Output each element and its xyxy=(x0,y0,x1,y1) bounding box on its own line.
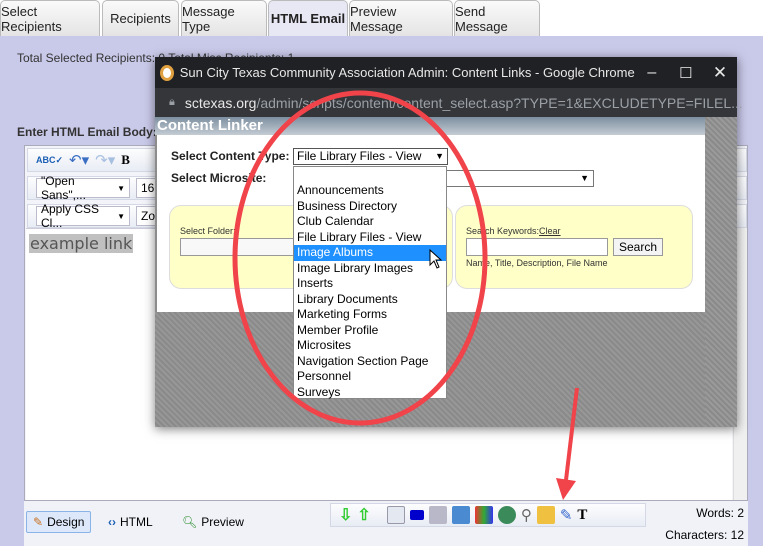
form-edit-icon[interactable]: ✎ xyxy=(560,506,573,524)
body-label: Enter HTML Email Body: xyxy=(17,125,157,139)
option-file-library-files[interactable]: File Library Files - View xyxy=(294,230,446,246)
folder-label: Select Folder: xyxy=(180,226,236,236)
content-type-select[interactable]: File Library Files - View ▼ xyxy=(293,148,448,165)
close-button[interactable]: ✕ xyxy=(703,63,737,83)
hyperlink-icon[interactable] xyxy=(497,506,516,524)
content-link-icon[interactable]: ⚲ xyxy=(521,506,532,524)
css-class-select[interactable]: Apply CSS Cl... ▼ xyxy=(36,202,130,230)
move-down-icon[interactable]: ⇩ xyxy=(339,505,352,525)
maximize-button[interactable]: ☐ xyxy=(669,64,703,82)
mouse-cursor-icon xyxy=(429,249,443,269)
option-business-directory[interactable]: Business Directory xyxy=(294,199,446,215)
insert-toolbar: ⇩ ⇧ ⚲ ✎ T xyxy=(330,503,646,527)
option-marketing-forms[interactable]: Marketing Forms xyxy=(294,307,446,323)
font-select[interactable]: "Open Sans",... ▼ xyxy=(36,174,130,202)
window-background xyxy=(705,117,737,427)
url-path: /admin/scripts/content/content_select.as… xyxy=(256,94,743,111)
table-icon[interactable] xyxy=(386,506,405,524)
word-count: Words: 2 xyxy=(696,506,744,520)
option-personnel[interactable]: Personnel xyxy=(294,369,446,385)
option-announcements[interactable]: Announcements xyxy=(294,183,446,199)
code-icon: ‹› xyxy=(108,515,116,529)
option-member-profile[interactable]: Member Profile xyxy=(294,323,446,339)
option-surveys[interactable]: Surveys xyxy=(294,385,446,401)
redo-icon[interactable]: ↷▾ xyxy=(95,151,115,169)
content-type-label: Select Content Type: xyxy=(171,149,290,163)
minimize-button[interactable]: – xyxy=(635,64,669,82)
image-gallery-icon[interactable] xyxy=(474,506,493,524)
keywords-label: Search Keywords:Clear xyxy=(466,226,561,236)
tab-bar: Select Recipients Recipients Message Typ… xyxy=(0,0,763,36)
tab-html-email[interactable]: HTML Email xyxy=(268,0,348,36)
spellcheck-icon[interactable]: ABC✓ xyxy=(36,155,63,166)
option-navigation-section-page[interactable]: Navigation Section Page xyxy=(294,354,446,370)
option-image-library-images[interactable]: Image Library Images xyxy=(294,261,446,277)
magnifier-icon: 🔍︎ xyxy=(182,515,198,529)
move-up-icon[interactable]: ⇧ xyxy=(357,505,370,525)
pencil-icon: ✎ xyxy=(33,515,44,529)
search-box: Search Keywords:Clear Search Name, Title… xyxy=(455,205,693,289)
keywords-input[interactable] xyxy=(466,238,608,256)
special-text-icon[interactable]: T xyxy=(577,507,587,524)
content-linker-header: Content Linker xyxy=(155,117,705,135)
site-favicon xyxy=(160,64,174,81)
tab-recipients[interactable]: Recipients xyxy=(102,0,179,36)
window-title: Sun City Texas Community Association Adm… xyxy=(179,65,635,80)
document-manager-icon[interactable] xyxy=(536,506,555,524)
option-club-calendar[interactable]: Club Calendar xyxy=(294,214,446,230)
option-inserts[interactable]: Inserts xyxy=(294,276,446,292)
design-mode-button[interactable]: ✎ Design xyxy=(26,511,92,533)
tab-send-message[interactable]: Send Message xyxy=(454,0,540,36)
option-image-albums[interactable]: Image Albums xyxy=(294,245,446,261)
search-hint: Name, Title, Description, File Name xyxy=(466,258,608,268)
tab-preview-message[interactable]: Preview Message xyxy=(349,0,453,36)
tab-select-recipients[interactable]: Select Recipients xyxy=(0,0,100,36)
preview-mode-button[interactable]: 🔍︎ Preview xyxy=(176,511,250,533)
video-icon[interactable] xyxy=(409,510,424,520)
window-title-bar: Sun City Texas Community Association Adm… xyxy=(155,57,737,88)
undo-icon[interactable]: ↶▾ xyxy=(69,151,89,169)
option-library-documents[interactable]: Library Documents xyxy=(294,292,446,308)
address-bar[interactable]: 🔒︎ sctexas.org/admin/scripts/content/con… xyxy=(155,88,743,117)
option-microsites[interactable]: Microsites xyxy=(294,338,446,354)
bold-icon[interactable]: B xyxy=(121,152,130,168)
character-count: Characters: 12 xyxy=(665,528,744,542)
tab-message-type[interactable]: Message Type xyxy=(181,0,267,36)
lock-icon: 🔒︎ xyxy=(169,96,175,108)
media-icon[interactable] xyxy=(428,506,447,524)
flash-icon[interactable] xyxy=(451,506,470,524)
content-type-dropdown: Announcements Business Directory Club Ca… xyxy=(293,166,447,399)
microsite-label: Select Microsite: xyxy=(171,171,267,185)
html-mode-button[interactable]: ‹› HTML xyxy=(102,511,159,533)
editor-footer: ✎ Design ‹› HTML 🔍︎ Preview ⇩ ⇧ ⚲ ✎ T Words… xyxy=(24,501,748,546)
clear-link[interactable]: Clear xyxy=(539,226,561,236)
url-domain: sctexas.org xyxy=(184,94,257,111)
search-button[interactable]: Search xyxy=(613,238,663,256)
example-link[interactable]: example link xyxy=(29,234,134,253)
